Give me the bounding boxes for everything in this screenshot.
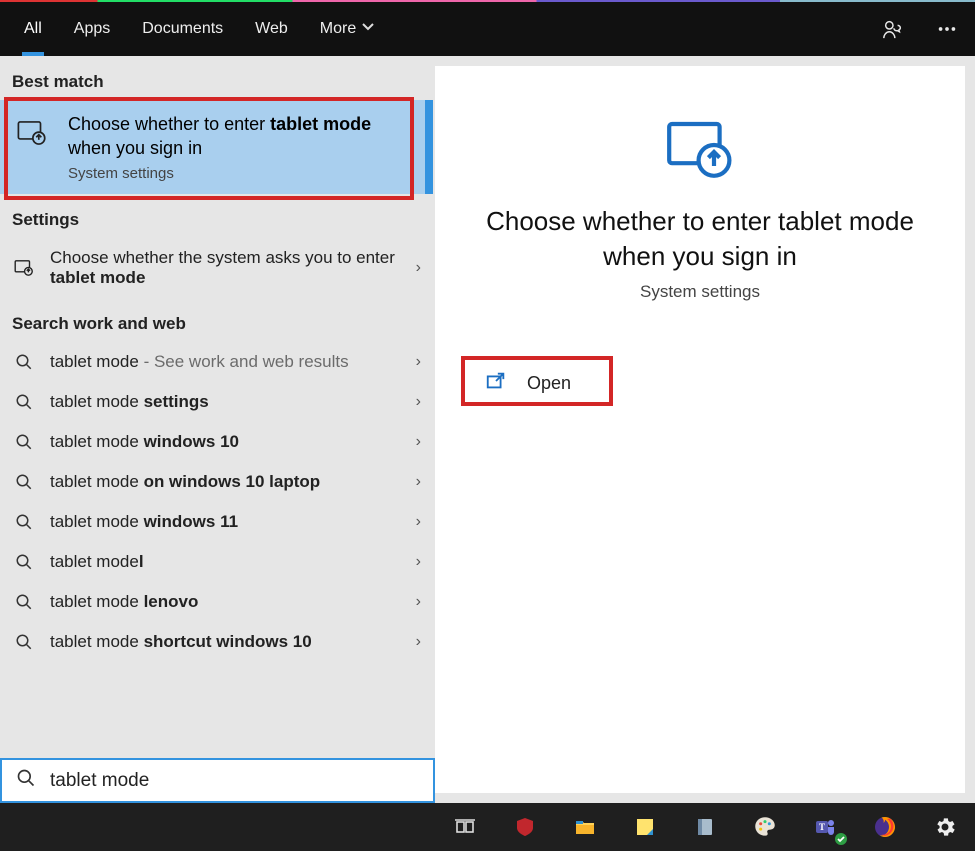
web-result[interactable]: tablet mode on windows 10 laptop› [0,462,435,502]
chevron-right-icon: › [416,393,421,411]
taskbar-mcafee[interactable] [495,803,555,851]
tablet-settings-icon [10,112,54,182]
chevron-right-icon: › [416,473,421,491]
web-result-text: tablet mode windows 10 [50,432,425,452]
web-result[interactable]: tablet mode lenovo› [0,582,435,622]
search-input[interactable] [48,769,423,793]
more-options-icon[interactable] [927,9,967,49]
chevron-down-icon [362,20,374,38]
tab-apps[interactable]: Apps [58,2,126,56]
tablet-settings-icon [12,257,36,279]
web-result[interactable]: tablet mode windows 10› [0,422,435,462]
preview-subtitle: System settings [463,282,937,302]
search-box[interactable] [0,758,435,803]
open-button-label: Open [527,373,571,394]
web-result-text: tablet mode on windows 10 laptop [50,472,425,492]
open-button[interactable]: Open [463,362,593,405]
taskbar-file-explorer[interactable] [555,803,615,851]
web-result-text: tablet mode lenovo [50,592,425,612]
tab-all[interactable]: All [8,2,58,56]
taskbar: T [0,803,975,851]
web-result-text: tablet mode windows 11 [50,512,425,532]
preview-tablet-icon [463,110,937,194]
search-icon [12,473,36,491]
web-result-text: tablet mode settings [50,392,425,412]
web-result-text: tablet mode - See work and web results [50,352,425,372]
section-best-match: Best match [0,56,435,100]
settings-result-text: Choose whether the system asks you to en… [50,248,425,288]
taskbar-task-view[interactable] [435,803,495,851]
selection-indicator [425,100,433,194]
search-icon [16,768,36,793]
preview-pane: Choose whether to enter tablet mode when… [435,66,965,793]
taskbar-sticky-notes[interactable] [615,803,675,851]
chevron-right-icon: › [416,593,421,611]
search-icon [12,633,36,651]
search-icon [12,433,36,451]
chevron-right-icon: › [416,353,421,371]
results-column: Best match Choose whether to enter table… [0,56,435,803]
chevron-right-icon: › [416,553,421,571]
open-icon [485,370,507,397]
svg-text:T: T [819,822,825,832]
section-settings: Settings [0,194,435,238]
chevron-right-icon: › [416,513,421,531]
settings-result[interactable]: Choose whether the system asks you to en… [0,238,435,298]
section-search-work-web: Search work and web [0,298,435,342]
web-result[interactable]: tablet model› [0,542,435,582]
search-tabs-bar: All Apps Documents Web More [0,2,975,56]
web-result-text: tablet mode shortcut windows 10 [50,632,425,652]
chevron-right-icon: › [416,259,421,277]
search-icon [12,393,36,411]
taskbar-firefox[interactable] [855,803,915,851]
tab-web[interactable]: Web [239,2,304,56]
best-match-title: Choose whether to enter tablet mode when… [68,112,414,161]
search-icon [12,553,36,571]
tab-documents[interactable]: Documents [126,2,239,56]
search-icon [12,593,36,611]
taskbar-paint[interactable] [735,803,795,851]
web-result[interactable]: tablet mode shortcut windows 10› [0,622,435,662]
search-icon [12,353,36,371]
feedback-icon[interactable] [873,9,913,49]
web-result[interactable]: tablet mode windows 11› [0,502,435,542]
best-match-subtitle: System settings [68,165,414,182]
chevron-right-icon: › [416,433,421,451]
taskbar-settings[interactable] [915,803,975,851]
preview-title: Choose whether to enter tablet mode when… [465,204,935,274]
web-result[interactable]: tablet mode settings› [0,382,435,422]
web-result-text: tablet model [50,552,425,572]
tab-more[interactable]: More [304,2,390,56]
best-match-result[interactable]: Choose whether to enter tablet mode when… [0,100,426,194]
search-icon [12,513,36,531]
web-result[interactable]: tablet mode - See work and web results› [0,342,435,382]
taskbar-journal[interactable] [675,803,735,851]
taskbar-teams[interactable]: T [795,803,855,851]
chevron-right-icon: › [416,633,421,651]
